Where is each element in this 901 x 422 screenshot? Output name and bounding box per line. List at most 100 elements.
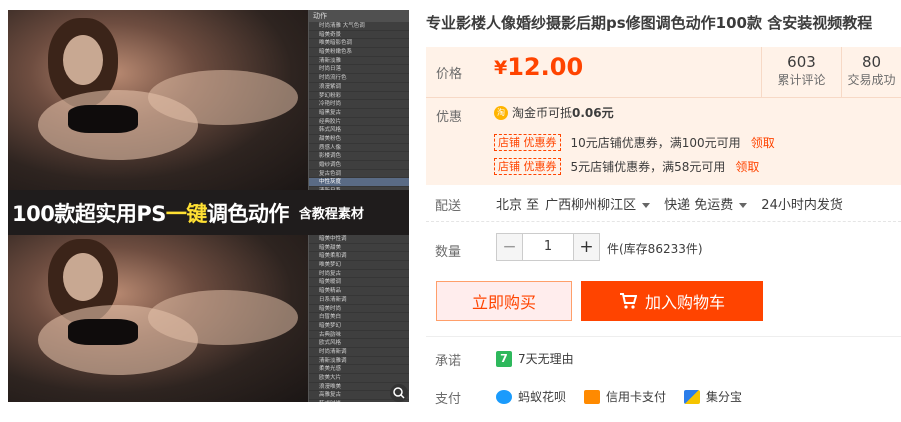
- quantity-label: 数量: [435, 245, 462, 260]
- action-list-item: 韩式风格: [309, 126, 409, 135]
- price-amount: 12.00: [507, 53, 584, 81]
- shipping-row: 北京 至 广西柳州柳江区 快递 免运费 24小时内发货: [496, 194, 843, 213]
- seven-day-return-icon: 7: [496, 350, 512, 367]
- sales-stat: 80 交易成功: [841, 47, 901, 97]
- action-list-item: 浪漫紫调: [309, 83, 409, 92]
- ps-actions-panel-top: 动作 时尚清雅 大气色调 暗美奇景 唯美暗影色调 暗美粉嫩色系 清新淡雅 时尚日落 时尚流行…: [308, 10, 409, 205]
- review-stat[interactable]: 603 累计评论: [761, 47, 841, 97]
- coupon-text: 10元店铺优惠券，满100元可用: [570, 136, 741, 150]
- action-list-item: 冷艳时尚: [309, 100, 409, 109]
- coupon-row: 店铺 优惠券 10元店铺优惠券，满100元可用 领取: [494, 134, 775, 151]
- action-list-item: 梦幻粉彩: [309, 92, 409, 101]
- action-list-item: 暗美暖调: [309, 278, 409, 288]
- action-list-item: 唯美暗影色调: [309, 39, 409, 49]
- coupon-row: 店铺 优惠券 5元店铺优惠券，满58元可用 领取: [494, 158, 759, 175]
- action-list-item: 暗美粉嫩色系: [309, 48, 409, 57]
- jifenbao-icon: [684, 389, 701, 404]
- product-detail-page: 动作 时尚清雅 大气色调 暗美奇景 唯美暗影色调 暗美粉嫩色系 清新淡雅 时尚日落 时尚流行…: [0, 0, 901, 422]
- action-list-item: 中性灰度: [309, 178, 409, 188]
- action-list-item: 暗美奇景: [309, 31, 409, 40]
- huabei-icon: [496, 389, 512, 404]
- product-title: 专业影楼人像婚纱摄影后期ps修图调色动作100款 含安装视频教程: [426, 14, 873, 32]
- promise-label: 承诺: [435, 354, 462, 369]
- huabei-payment[interactable]: 蚂蚁花呗: [496, 388, 566, 405]
- review-count: 603: [787, 53, 816, 71]
- action-list-item: 时尚复古: [309, 270, 409, 279]
- action-list-item: 经典胶片: [309, 118, 409, 127]
- price-box: 价格 ¥12.00 603 累计评论 80 交易成功 优惠 淘 淘金币可抵 0.0…: [426, 47, 901, 185]
- ship-destination-select[interactable]: 广西柳州柳江区: [545, 194, 664, 213]
- taobao-coin-row: 淘 淘金币可抵 0.06元: [494, 104, 614, 121]
- payment-label: 支付: [435, 392, 462, 407]
- action-list-item: 时尚流行色: [309, 74, 409, 83]
- taobao-coin-icon: 淘: [494, 105, 508, 120]
- zoom-icon[interactable]: [390, 384, 408, 402]
- action-list-item: 柔美光感: [309, 365, 409, 374]
- coupon-text: 5元店铺优惠券，满58元可用: [570, 160, 726, 174]
- action-list-item: 时尚清新调: [309, 348, 409, 357]
- action-list-item: 暗黑复古: [309, 109, 409, 118]
- action-list-item: 时尚日落: [309, 65, 409, 75]
- claim-coupon-link[interactable]: 领取: [751, 134, 775, 151]
- action-list-item: 暗美中性调: [309, 235, 409, 244]
- cart-icon: [619, 293, 637, 309]
- promo-label: 优惠: [436, 110, 463, 125]
- action-list-item: 唯美梦幻: [309, 261, 409, 270]
- action-list-item: 白皙美白: [309, 313, 409, 322]
- add-to-cart-button[interactable]: 加入购物车: [581, 281, 763, 321]
- action-list-item: 甜美粉色: [309, 135, 409, 144]
- sales-label: 交易成功: [847, 73, 896, 87]
- action-list-item: 质感人像: [309, 144, 409, 153]
- shipping-label: 配送: [435, 199, 462, 214]
- action-list-item: 暗美时尚: [309, 305, 409, 314]
- action-list-item: 古典韵味: [309, 331, 409, 340]
- action-list-item: 清新淡雅调: [309, 357, 409, 366]
- action-list-item: 暗美柔和调: [309, 252, 409, 262]
- chevron-down-icon: [642, 203, 651, 208]
- banner-headline: 100款超实用PS一键调色动作: [12, 201, 289, 226]
- action-list-item: 日系清新调: [309, 296, 409, 305]
- credit-card-payment[interactable]: 信用卡支付: [584, 388, 666, 405]
- banner-subtitle: 含教程素材: [298, 207, 364, 222]
- ship-method-select[interactable]: 快递 免运费: [664, 194, 761, 213]
- payment-methods: 蚂蚁花呗 信用卡支付 集分宝: [496, 388, 760, 405]
- price-value: ¥12.00: [494, 53, 583, 81]
- increase-button[interactable]: +: [573, 233, 600, 261]
- claim-coupon-link[interactable]: 领取: [735, 158, 759, 175]
- action-list-item: 清新淡雅: [309, 57, 409, 66]
- quantity-input[interactable]: 1: [523, 233, 573, 261]
- action-list-item: 暗美甜美: [309, 244, 409, 253]
- divider: [426, 336, 901, 337]
- stock-text: 件(库存86233件): [607, 242, 703, 256]
- add-to-cart-label: 加入购物车: [644, 293, 725, 312]
- review-label: 累计评论: [777, 73, 826, 87]
- sales-count: 80: [861, 53, 882, 71]
- action-list-item: 复古色调: [309, 170, 409, 179]
- shop-coupon-tag: 店铺 优惠券: [494, 158, 561, 175]
- coin-value: 0.06元: [572, 106, 614, 120]
- action-list-item: 欧式风格: [309, 339, 409, 348]
- divider: [426, 221, 901, 222]
- sales-stats: 603 累计评论 80 交易成功: [761, 47, 901, 97]
- currency-symbol: ¥: [494, 57, 508, 79]
- product-main-image[interactable]: 动作 时尚清雅 大气色调 暗美奇景 唯美暗影色调 暗美粉嫩色系 清新淡雅 时尚日落 时尚流行…: [8, 10, 409, 402]
- promise-row[interactable]: 7 7天无理由: [496, 350, 574, 367]
- model-photo-top: [8, 10, 308, 190]
- divider: [426, 97, 901, 98]
- action-list-item: 欧美大片: [309, 374, 409, 383]
- action-list-item: 暗美精品: [309, 287, 409, 296]
- chevron-down-icon: [739, 203, 748, 208]
- credit-card-icon: [584, 389, 601, 404]
- action-list-item: 时尚清雅 大气色调: [309, 22, 409, 31]
- buy-now-button[interactable]: 立即购买: [436, 281, 572, 321]
- action-list-item: 婚纱调色: [309, 161, 409, 170]
- price-label: 价格: [436, 67, 463, 82]
- coin-text: 淘金币可抵: [512, 106, 573, 120]
- jifenbao-payment[interactable]: 集分宝: [684, 388, 742, 405]
- action-list-item: 影楼调色: [309, 152, 409, 161]
- ship-from: 北京 至: [496, 198, 540, 213]
- panel-title: 动作: [309, 10, 409, 22]
- ps-actions-panel-bottom: 暗美中性调 暗美甜美 暗美柔和调 唯美梦幻 时尚复古 暗美暖调 暗美精品 日系清新调 暗美时尚白…: [308, 235, 409, 402]
- promise-text: 7天无理由: [518, 352, 574, 366]
- decrease-button[interactable]: −: [496, 233, 523, 261]
